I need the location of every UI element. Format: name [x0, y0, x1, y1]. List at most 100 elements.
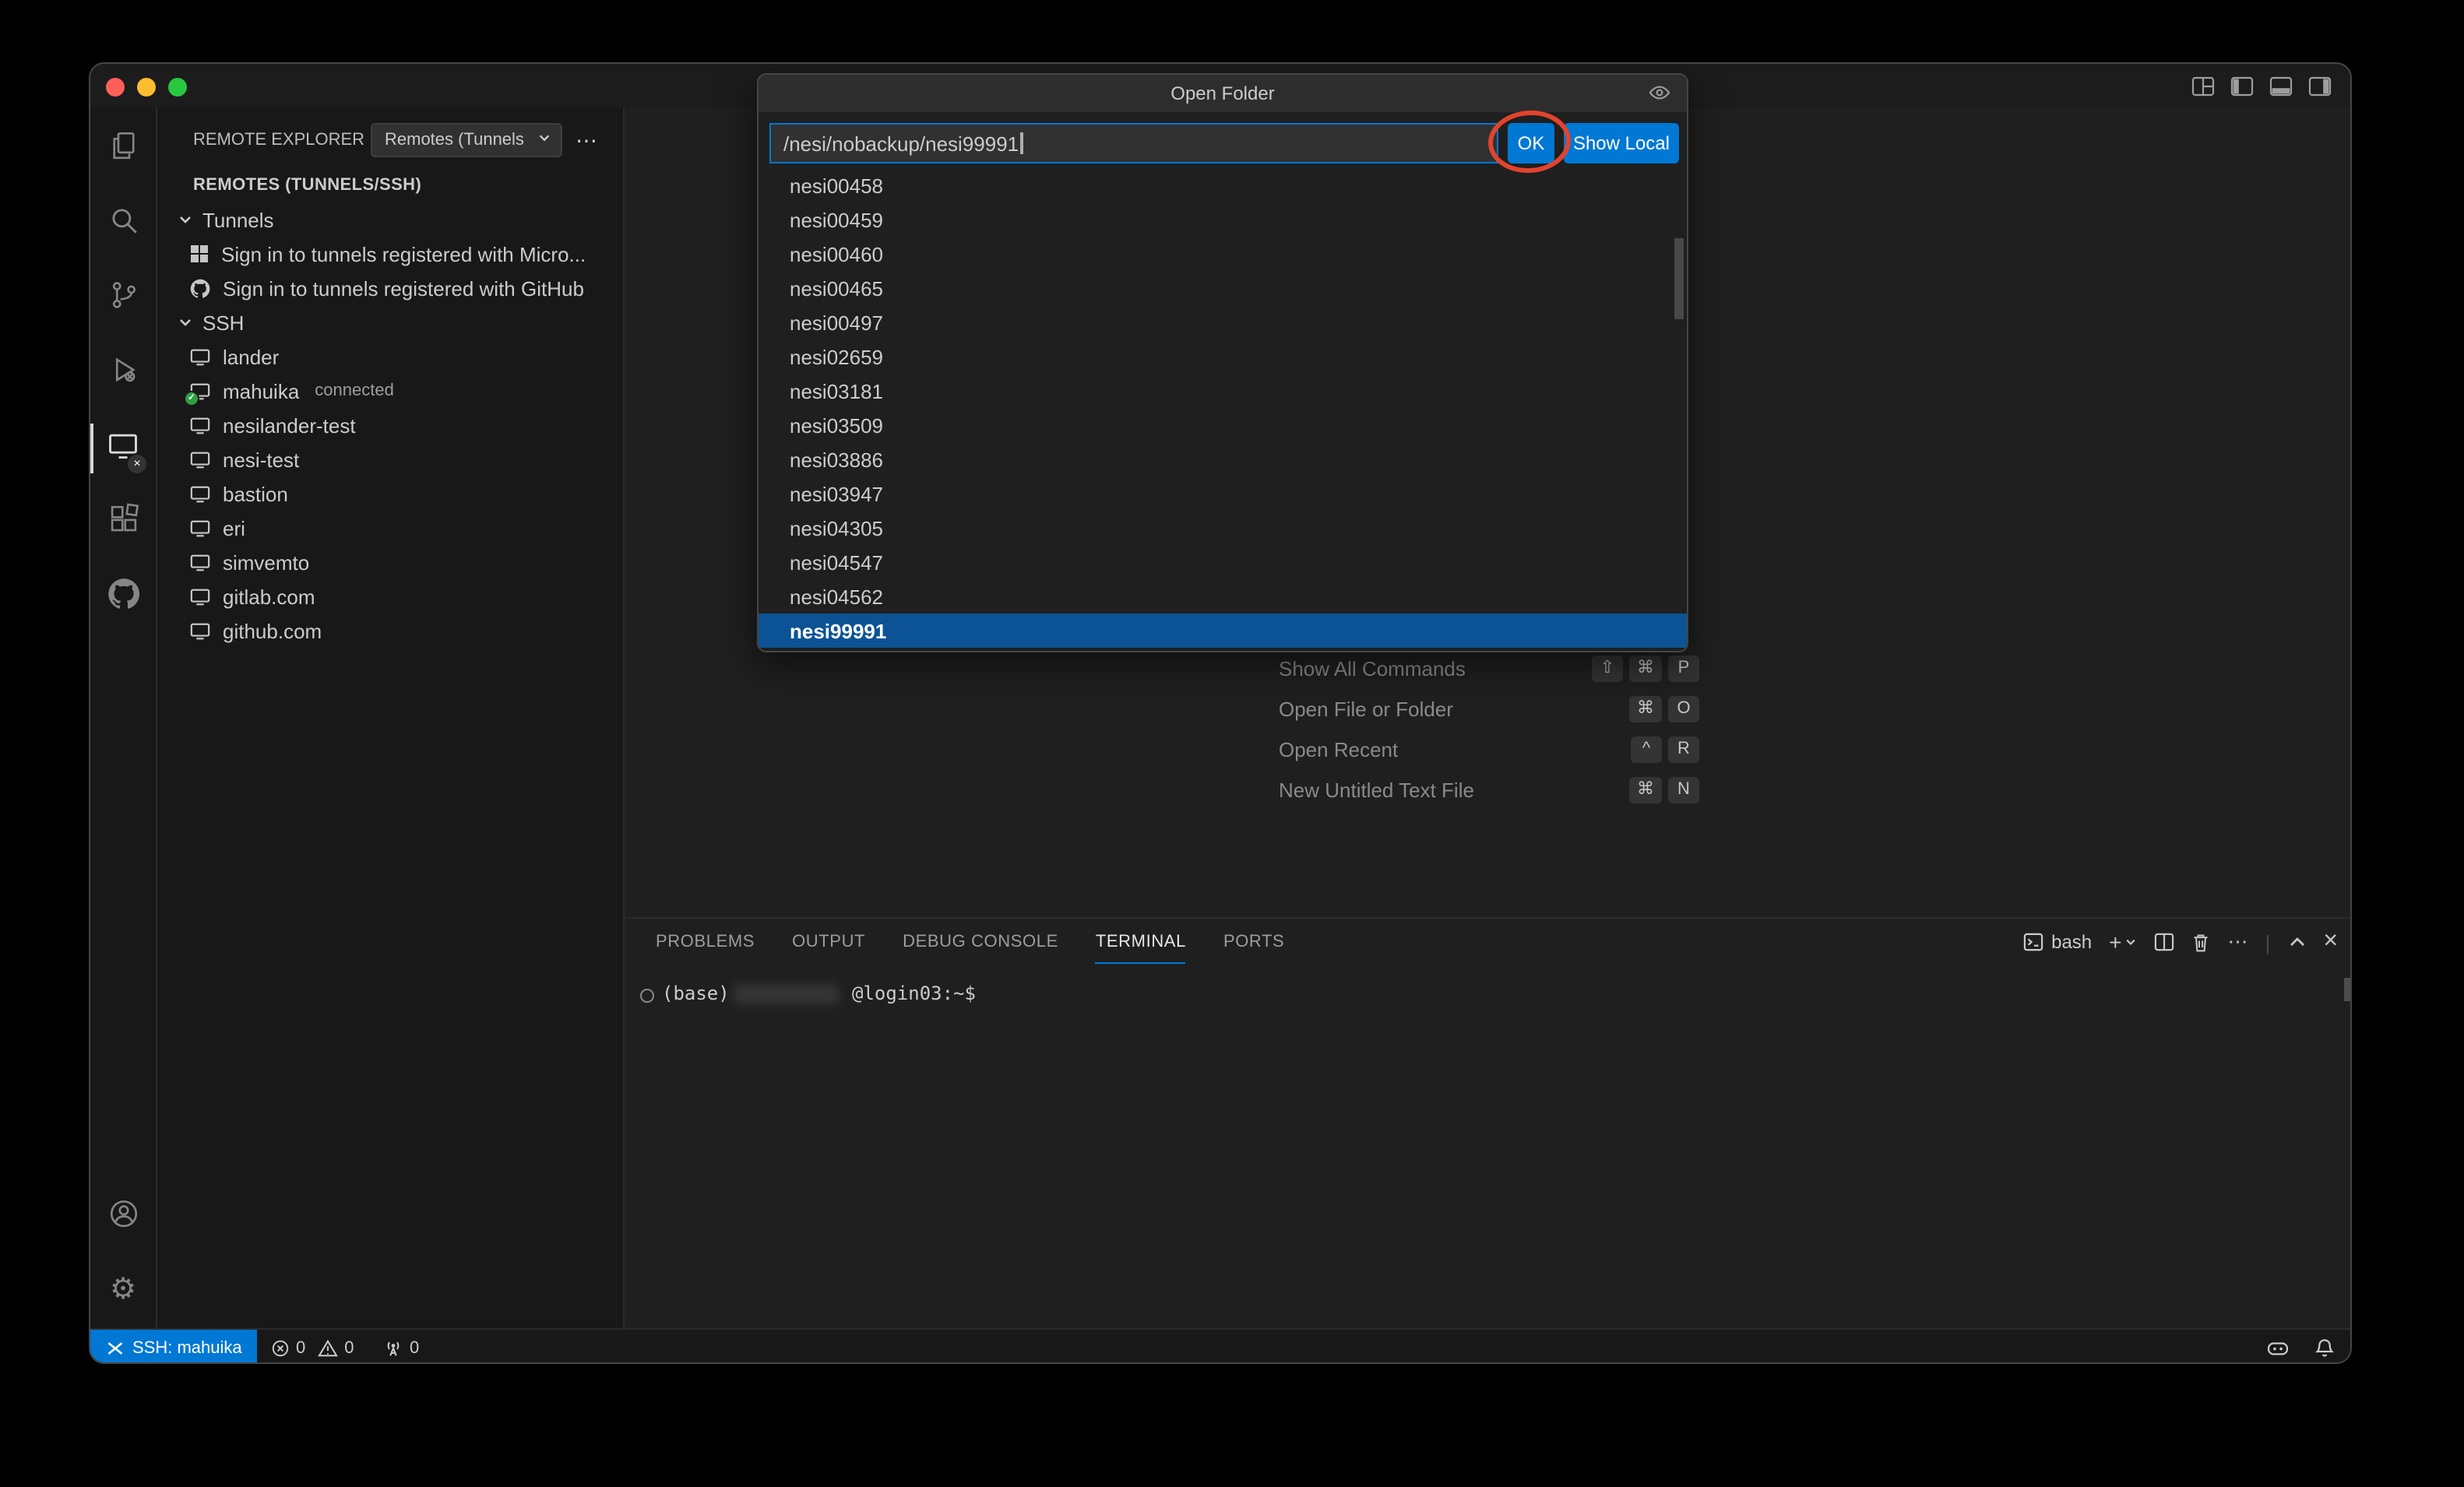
- forwarded-ports-status-item[interactable]: 0: [383, 1330, 419, 1364]
- tree-item-label: Tunnels: [202, 208, 274, 231]
- remote-disconnected-badge: ×: [126, 453, 148, 475]
- macos-zoom-button[interactable]: [168, 78, 187, 97]
- tab-problems[interactable]: PROBLEMS: [656, 919, 755, 964]
- tree-item-host-simvemto[interactable]: simvemto: [157, 545, 625, 579]
- quickpick-scrollbar[interactable]: [1674, 238, 1684, 319]
- quickpick-item[interactable]: nesi03886: [759, 442, 1687, 476]
- split-terminal-icon[interactable]: [2155, 933, 2175, 951]
- sidebar-item-remote-explorer[interactable]: ×: [90, 413, 156, 484]
- kill-terminal-trash-icon[interactable]: [2192, 932, 2211, 952]
- watermark-command-label: Open File or Folder: [1279, 697, 1453, 720]
- vm-icon: [190, 620, 210, 641]
- notifications-bell-icon[interactable]: [2314, 1338, 2335, 1358]
- quickpick-item[interactable]: nesi00459: [759, 202, 1687, 237]
- watermark-row: Open Recent ^ R: [1279, 733, 1699, 765]
- quickpick-item[interactable]: nesi02659: [759, 339, 1687, 374]
- remote-view-dropdown-value: Remotes (Tunnels: [385, 131, 524, 149]
- eye-icon[interactable]: [1648, 83, 1671, 107]
- watermark-row: Open File or Folder ⌘ O: [1279, 693, 1699, 724]
- quickpick-item[interactable]: nesi00460: [759, 237, 1687, 271]
- macos-close-button[interactable]: [106, 78, 125, 97]
- maximize-panel-icon[interactable]: [2287, 934, 2306, 950]
- github-icon: [190, 278, 210, 298]
- macos-minimize-button[interactable]: [137, 78, 156, 97]
- remote-view-dropdown[interactable]: Remotes (Tunnels: [371, 123, 562, 157]
- tab-debug-console[interactable]: DEBUG CONSOLE: [903, 919, 1058, 964]
- quickpick-item[interactable]: nesi04547: [759, 545, 1687, 579]
- tree-item-signin-microsoft[interactable]: Sign in to tunnels registered with Micro…: [157, 237, 625, 271]
- quickpick-item[interactable]: nesi00458: [759, 168, 1687, 202]
- sidebar-more-actions-icon[interactable]: ⋯: [568, 123, 606, 157]
- chevron-down-icon[interactable]: [178, 315, 193, 330]
- dialog-title: Open Folder: [759, 75, 1687, 112]
- copilot-icon[interactable]: [2266, 1338, 2290, 1357]
- tree-item-host-gitlab[interactable]: gitlab.com: [157, 579, 625, 613]
- tab-output[interactable]: OUTPUT: [792, 919, 865, 964]
- microsoft-icon: [190, 244, 209, 263]
- sidebar-item-extensions[interactable]: [90, 487, 156, 559]
- quickpick-item[interactable]: nesi04305: [759, 511, 1687, 545]
- watermark-row: New Untitled Text File ⌘ N: [1279, 774, 1699, 805]
- shell-selector[interactable]: bash: [2023, 931, 2092, 953]
- new-terminal-button[interactable]: +: [2109, 933, 2137, 951]
- terminal-scrollbar[interactable]: [2344, 978, 2352, 1001]
- tree-item-host-github[interactable]: github.com: [157, 613, 625, 648]
- tree-item-label: SSH: [202, 311, 244, 334]
- tab-ports[interactable]: PORTS: [1223, 919, 1284, 964]
- chevron-down-icon: [537, 131, 551, 149]
- connected-check-icon: ✓: [184, 390, 199, 406]
- quickpick-item[interactable]: nesi00497: [759, 305, 1687, 339]
- sidebar-item-source-control[interactable]: [90, 263, 156, 335]
- quickpick-item[interactable]: nesi04562: [759, 579, 1687, 613]
- terminal-more-actions-icon[interactable]: ⋯: [2228, 930, 2248, 954]
- tree-item-host-nesi-test[interactable]: nesi-test: [157, 442, 625, 476]
- tree-item-host-eri[interactable]: eri: [157, 511, 625, 545]
- show-local-button[interactable]: Show Local: [1564, 123, 1679, 163]
- tree-item-ssh[interactable]: SSH: [157, 305, 625, 339]
- customize-layout-icon[interactable]: [2191, 76, 2215, 96]
- quickpick-item[interactable]: nesi03947: [759, 476, 1687, 511]
- github-icon: [107, 578, 139, 618]
- tree-item-host-lander[interactable]: lander: [157, 339, 625, 374]
- quickpick-item-selected[interactable]: nesi99991: [759, 613, 1687, 648]
- terminal-toolbar: bash + ⋯ |: [2023, 919, 2338, 965]
- folder-path-input[interactable]: /nesi/nobackup/nesi99991: [769, 123, 1498, 163]
- settings-button[interactable]: ⚙: [90, 1253, 156, 1325]
- tree-item-host-mahuika[interactable]: ✓ mahuika connected: [157, 374, 625, 408]
- tree-item-label: bastion: [223, 482, 288, 505]
- sidebar-item-search[interactable]: [90, 188, 156, 260]
- extensions-icon: [107, 503, 139, 543]
- sidebar-item-explorer[interactable]: [90, 114, 156, 185]
- accounts-button[interactable]: [90, 1182, 156, 1253]
- sidebar-item-github[interactable]: [90, 562, 156, 634]
- radio-tower-icon: [383, 1338, 403, 1357]
- quickpick-item[interactable]: nesi03181: [759, 374, 1687, 408]
- ok-button[interactable]: OK: [1508, 123, 1554, 163]
- problems-status-item[interactable]: 0 0: [271, 1330, 354, 1364]
- keycap-letter: R: [1668, 736, 1699, 762]
- chevron-down-icon[interactable]: [2125, 936, 2138, 948]
- tree-item-host-bastion[interactable]: bastion: [157, 476, 625, 511]
- error-icon: [271, 1338, 290, 1357]
- quickpick-item[interactable]: nesi00465: [759, 271, 1687, 305]
- connected-status-label: connected: [315, 381, 394, 400]
- files-icon: [107, 129, 139, 170]
- close-panel-icon[interactable]: ×: [2323, 931, 2338, 953]
- vm-icon: [190, 552, 210, 572]
- keycap-letter: O: [1668, 695, 1699, 722]
- remote-indicator[interactable]: SSH: mahuika: [90, 1330, 258, 1364]
- toggle-secondary-sidebar-icon[interactable]: [2308, 76, 2332, 96]
- sidebar-title: REMOTE EXPLORER: [193, 131, 364, 149]
- toggle-primary-sidebar-icon[interactable]: [2230, 76, 2254, 96]
- chevron-down-icon[interactable]: [178, 212, 193, 227]
- text-caret: [1020, 132, 1023, 154]
- tree-item-host-nesilander-test[interactable]: nesilander-test: [157, 408, 625, 442]
- tree-item-tunnels[interactable]: Tunnels: [157, 202, 625, 237]
- tab-terminal[interactable]: TERMINAL: [1096, 919, 1186, 964]
- sidebar-item-run-debug[interactable]: [90, 338, 156, 410]
- remote-icon: [106, 1338, 125, 1357]
- quickpick-item[interactable]: nesi03509: [759, 408, 1687, 442]
- tree-item-signin-github[interactable]: Sign in to tunnels registered with GitHu…: [157, 271, 625, 305]
- redacted-username: [734, 984, 840, 1004]
- toggle-panel-icon[interactable]: [2269, 76, 2293, 96]
